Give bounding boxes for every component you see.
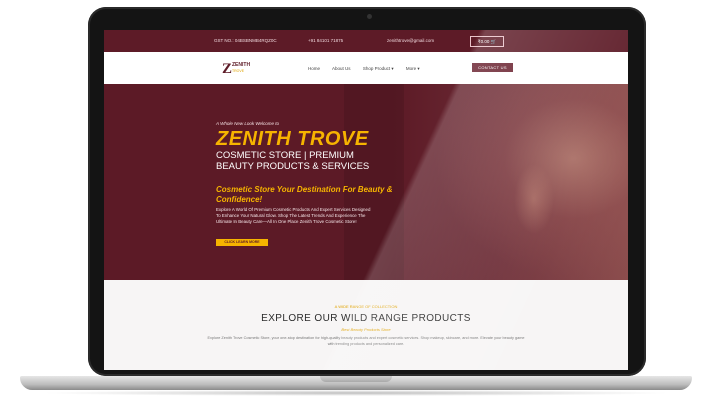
hero-subtitle: COSMETIC STORE | PREMIUM BEAUTY PRODUCTS…	[216, 150, 370, 172]
cart-button[interactable]: ₹0.00 🛒	[470, 36, 504, 47]
section-tag: Best Beauty Products Store	[341, 327, 391, 332]
email-link[interactable]: zenithtrove@gmail.com	[387, 38, 434, 43]
top-info-bar: GST NO.: 04BSBNMB4RQZ0C +91 84101 71875 …	[104, 30, 628, 52]
hero-title: ZENITH TROVE	[216, 128, 369, 150]
laptop-notch	[320, 376, 392, 382]
learn-more-button[interactable]: CLICK LEARN MORE	[216, 239, 268, 246]
products-section: A WIDE RANGE OF COLLECTION EXPLORE OUR W…	[104, 280, 628, 370]
nav-links: Home About Us Shop Product ▾ More ▾	[308, 66, 431, 72]
hero-shade	[344, 84, 404, 280]
logo[interactable]: ZENITH TROVE	[232, 62, 250, 74]
nav-item-more[interactable]: More ▾	[406, 66, 420, 71]
gst-number: GST NO.: 04BSBNMB4RQZ0C	[214, 38, 277, 43]
nav-item-shop[interactable]: Shop Product ▾	[363, 66, 394, 71]
section-description: Explore Zenith Trove Cosmetic Store, you…	[207, 336, 525, 346]
section-kicker: A WIDE RANGE OF COLLECTION	[334, 304, 398, 309]
section-title: EXPLORE OUR WILD RANGE PRODUCTS	[261, 313, 471, 324]
laptop-shadow	[40, 390, 672, 396]
logo-mark[interactable]: Z	[222, 61, 232, 78]
contact-us-button[interactable]: CONTACT US	[472, 63, 513, 72]
logo-sub: TROVE	[232, 69, 245, 73]
phone-link[interactable]: +91 84101 71875	[308, 38, 343, 43]
hero-intro: A Whole New Look Welcome to	[216, 121, 280, 126]
hero-model-hand	[514, 164, 554, 234]
browser-screen: GST NO.: 04BSBNMB4RQZ0C +91 84101 71875 …	[104, 30, 628, 370]
hero-banner: A Whole New Look Welcome to ZENITH TROVE…	[104, 84, 628, 280]
nav-item-about[interactable]: About Us	[332, 66, 351, 71]
nav-item-home[interactable]: Home	[308, 66, 320, 71]
hero-description: Explore A World Of Premium Cosmetic Prod…	[216, 207, 371, 224]
webcam-icon	[367, 14, 372, 19]
main-navigation: Z ZENITH TROVE Home About Us Shop Produc…	[104, 52, 628, 84]
hero-tagline: Cosmetic Store Your Destination For Beau…	[216, 185, 393, 204]
